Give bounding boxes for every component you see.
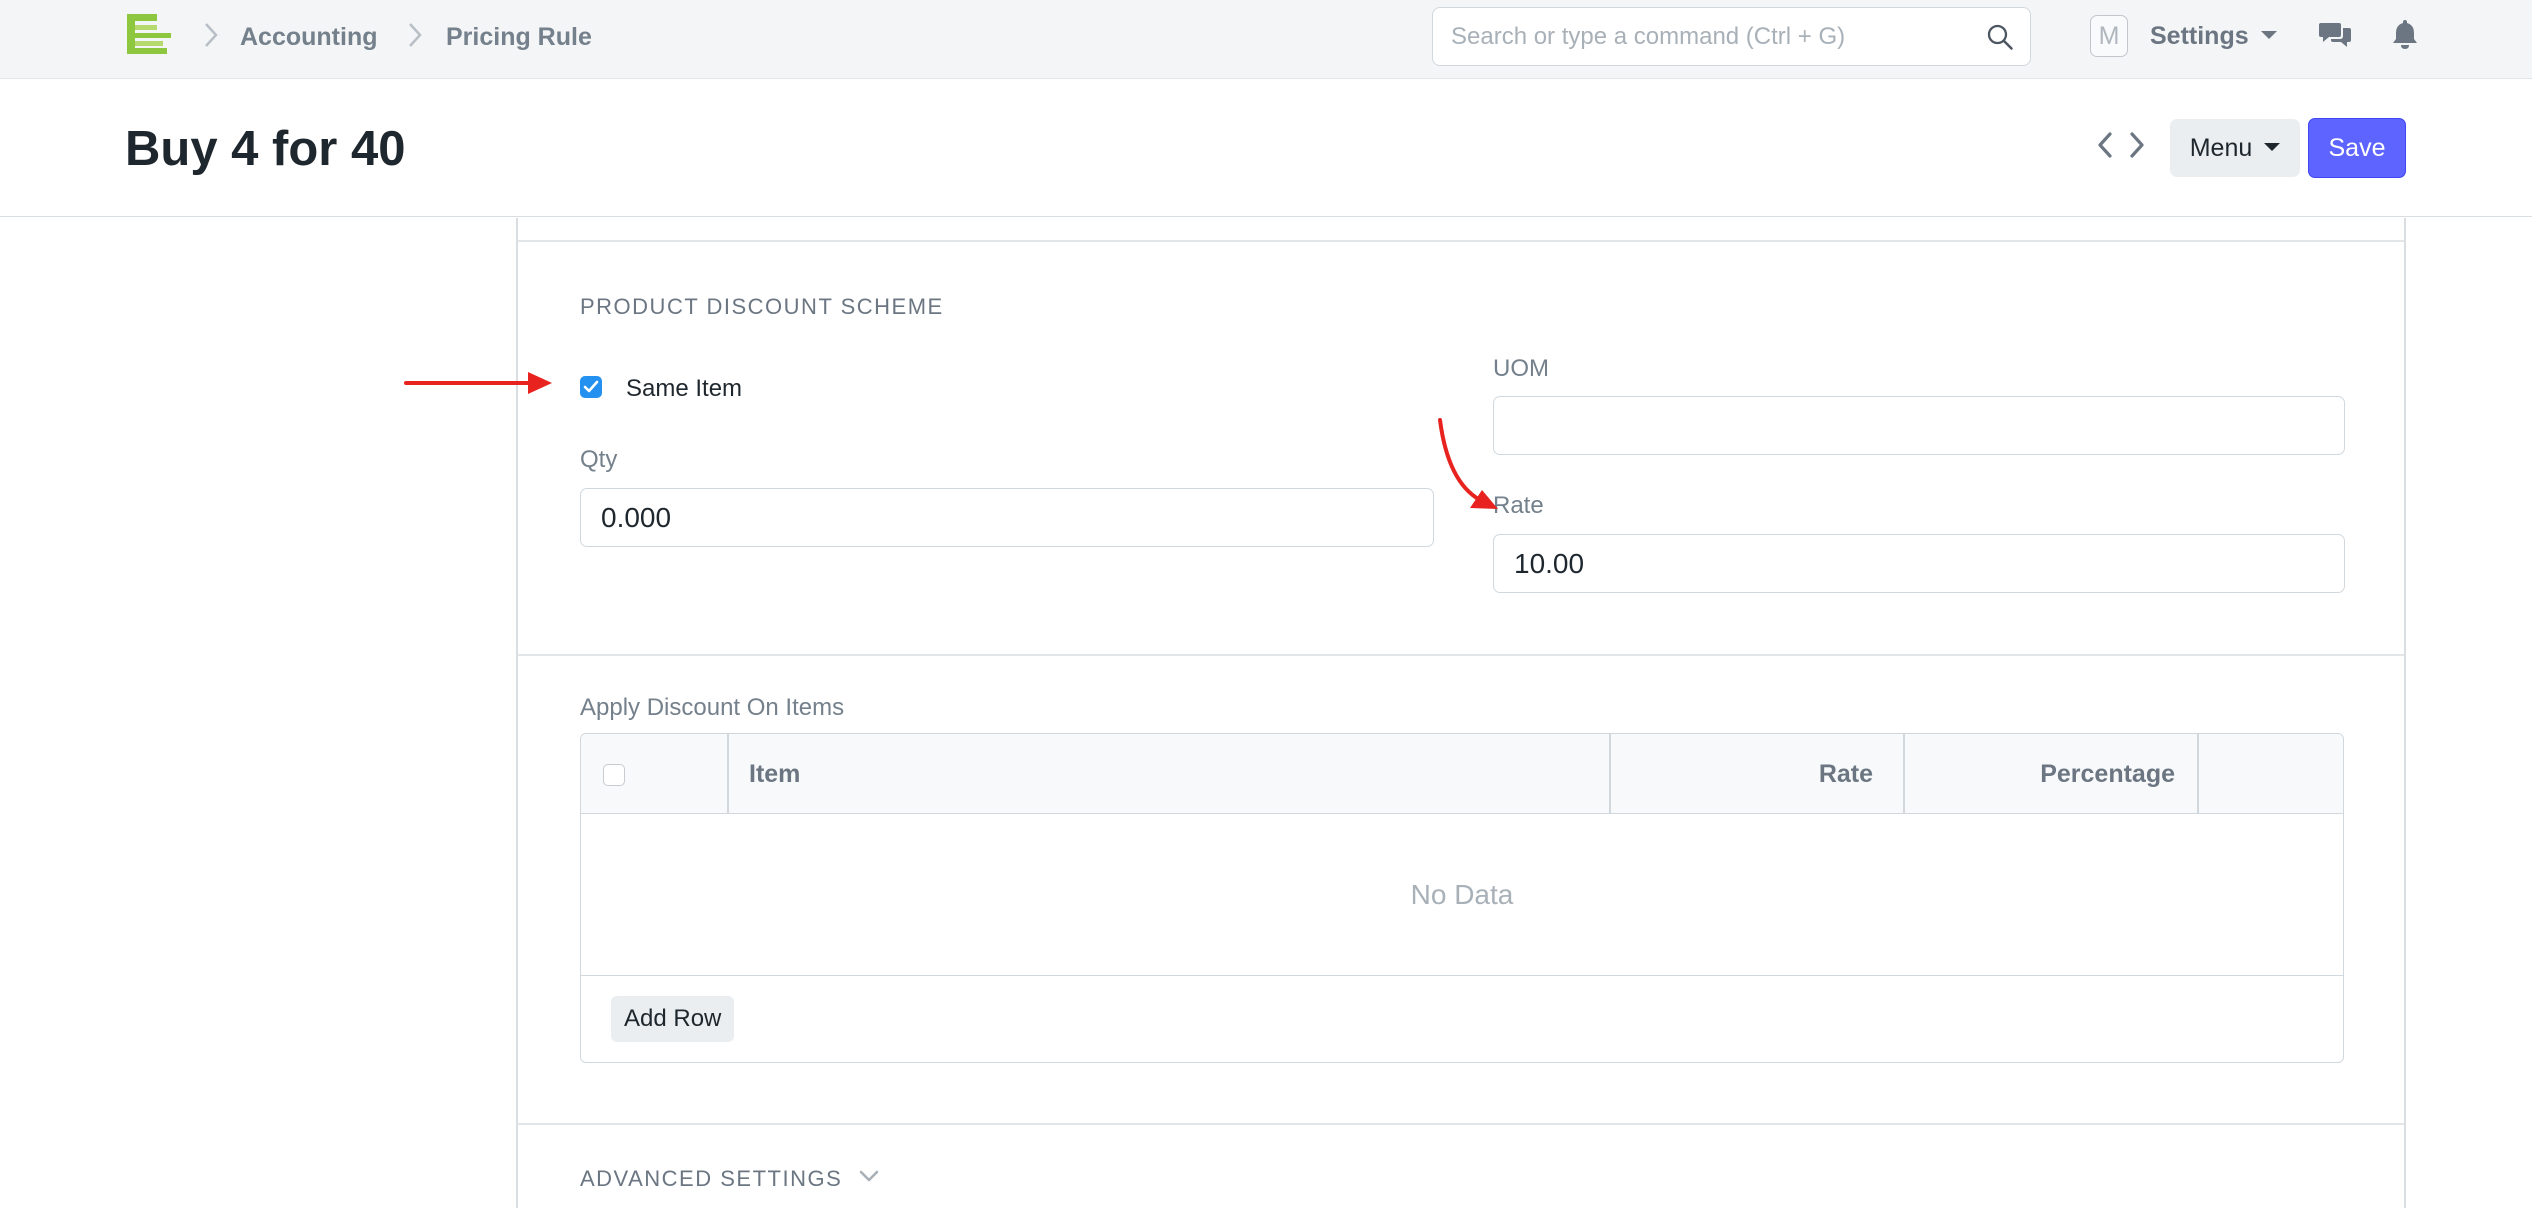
previous-record-icon[interactable]: [2094, 129, 2116, 161]
select-all-checkbox[interactable]: [603, 764, 625, 786]
navbar: Accounting Pricing Rule M Settings: [0, 0, 2532, 79]
section-title-product-discount: PRODUCT DISCOUNT SCHEME: [580, 294, 944, 319]
column-divider: [2197, 734, 2199, 814]
uom-label: UOM: [1493, 355, 1549, 382]
qty-input[interactable]: [580, 488, 1434, 547]
search-icon[interactable]: [1986, 23, 2014, 51]
app-logo[interactable]: [125, 12, 175, 56]
column-header-rate[interactable]: Rate: [1611, 734, 1891, 814]
menu-label: Menu: [2189, 134, 2253, 162]
section-title-advanced-settings[interactable]: ADVANCED SETTINGS: [580, 1166, 842, 1192]
apply-discount-table: Item Rate Percentage No Data Add Row: [580, 733, 2344, 1063]
user-avatar[interactable]: M: [2090, 15, 2128, 57]
page-title: Buy 4 for 40: [125, 122, 406, 176]
search-input[interactable]: [1451, 8, 1971, 65]
add-row-button[interactable]: Add Row: [611, 996, 735, 1042]
save-button[interactable]: Save: [2308, 118, 2406, 178]
table-header: Item Rate Percentage: [581, 734, 2343, 814]
column-divider: [727, 734, 729, 814]
qty-label: Qty: [580, 446, 618, 473]
notification-bell-icon[interactable]: [2390, 18, 2420, 50]
chat-icon[interactable]: [2318, 20, 2352, 52]
caret-down-icon: [2260, 31, 2277, 40]
form-layout: PRODUCT DISCOUNT SCHEME Same Item Qty UO…: [516, 218, 2406, 1208]
chevron-right-icon: [409, 23, 422, 47]
section-divider: [518, 654, 2404, 656]
section-divider: [518, 1123, 2404, 1125]
page-head: Buy 4 for 40 Menu Save: [0, 79, 2532, 217]
chevron-right-icon: [205, 23, 218, 47]
chevron-down-icon[interactable]: [858, 1168, 880, 1184]
breadcrumb-pricing-rule[interactable]: Pricing Rule: [446, 20, 592, 54]
search-bar: [1432, 7, 2031, 66]
same-item-label[interactable]: Same Item: [626, 375, 742, 403]
checkmark-icon: [583, 380, 599, 393]
same-item-checkbox[interactable]: [580, 376, 602, 398]
column-header-item[interactable]: Item: [749, 734, 800, 814]
rate-input[interactable]: [1493, 534, 2345, 593]
empty-state-text: No Data: [581, 814, 2343, 976]
apply-discount-label: Apply Discount On Items: [580, 694, 845, 721]
breadcrumb-accounting[interactable]: Accounting: [240, 20, 378, 54]
settings-label: Settings: [2150, 22, 2249, 50]
section-divider: [518, 240, 2404, 242]
settings-dropdown[interactable]: Settings: [2150, 18, 2277, 54]
menu-button[interactable]: Menu: [2170, 119, 2300, 177]
next-record-icon[interactable]: [2126, 129, 2148, 161]
caret-down-icon: [2264, 143, 2281, 152]
uom-input[interactable]: [1493, 396, 2345, 455]
rate-label: Rate: [1493, 492, 1544, 519]
column-header-percentage[interactable]: Percentage: [1905, 734, 2197, 814]
